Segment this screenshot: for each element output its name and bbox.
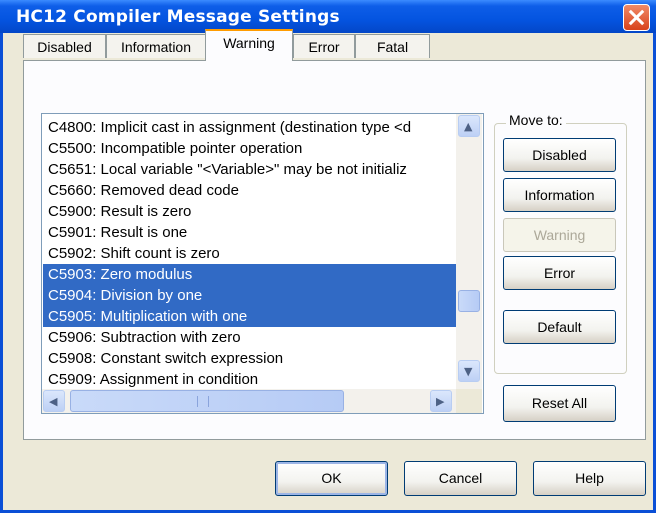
scroll-left-button[interactable]: ◀ xyxy=(43,390,65,412)
list-item-selected[interactable]: C5904: Division by one xyxy=(43,285,460,306)
list-item[interactable]: C5901: Result is one xyxy=(48,222,187,243)
list-item[interactable]: C5500: Incompatible pointer operation xyxy=(48,138,302,159)
tab-information[interactable]: Information xyxy=(106,34,206,58)
move-to-information-button[interactable]: Information xyxy=(503,178,616,212)
title-bar[interactable]: HC12 Compiler Message Settings xyxy=(0,0,656,33)
list-item[interactable]: C5909: Assignment in condition xyxy=(48,369,258,390)
move-to-default-button[interactable]: Default xyxy=(503,310,616,344)
list-item[interactable]: C5906: Subtraction with zero xyxy=(48,327,241,348)
tab-information-label: Information xyxy=(120,39,192,55)
chevron-up-icon: ▲ xyxy=(464,120,473,133)
tab-disabled[interactable]: Disabled xyxy=(23,34,106,58)
horizontal-scroll-thumb[interactable] xyxy=(70,390,344,412)
scroll-down-button[interactable]: ▼ xyxy=(458,360,480,382)
tab-error[interactable]: Error xyxy=(293,34,355,58)
window-title: HC12 Compiler Message Settings xyxy=(16,7,340,27)
horizontal-scrollbar[interactable]: ◀ ▶ xyxy=(42,389,456,413)
help-button[interactable]: Help xyxy=(533,461,646,496)
scroll-up-button[interactable]: ▲ xyxy=(458,115,480,137)
chevron-down-icon: ▼ xyxy=(464,365,473,378)
close-icon[interactable] xyxy=(623,4,650,31)
list-item[interactable]: C5902: Shift count is zero xyxy=(48,243,220,264)
vertical-scroll-thumb[interactable] xyxy=(458,290,480,312)
list-item[interactable]: C4800: Implicit cast in assignment (dest… xyxy=(48,117,411,138)
chevron-right-icon: ▶ xyxy=(436,395,445,408)
move-to-disabled-button[interactable]: Disabled xyxy=(503,138,616,172)
thumb-grip-icon xyxy=(197,396,209,407)
scrollbar-corner xyxy=(456,389,482,413)
tab-error-label: Error xyxy=(308,39,340,55)
ok-button[interactable]: OK xyxy=(275,461,388,496)
scroll-right-button[interactable]: ▶ xyxy=(430,390,452,412)
tab-warning[interactable]: Warning xyxy=(205,29,293,61)
message-list[interactable]: C4800: Implicit cast in assignment (dest… xyxy=(41,113,484,414)
list-item-selected[interactable]: C5903: Zero modulus xyxy=(43,264,460,285)
list-item[interactable]: C5660: Removed dead code xyxy=(48,180,239,201)
list-item-selected[interactable]: C5905: Multiplication with one xyxy=(43,306,460,327)
reset-all-button[interactable]: Reset All xyxy=(503,385,616,422)
list-item[interactable]: C5908: Constant switch expression xyxy=(48,348,283,369)
vertical-scrollbar[interactable]: ▲ ▼ xyxy=(456,114,482,395)
list-item[interactable]: C5900: Result is zero xyxy=(48,201,191,222)
cancel-button[interactable]: Cancel xyxy=(404,461,517,496)
tab-fatal-label: Fatal xyxy=(376,39,409,55)
tab-fatal[interactable]: Fatal xyxy=(355,34,430,58)
chevron-left-icon: ◀ xyxy=(49,395,58,408)
tab-disabled-label: Disabled xyxy=(37,39,92,55)
move-to-error-button[interactable]: Error xyxy=(503,256,616,290)
list-item[interactable]: C5651: Local variable "<Variable>" may b… xyxy=(48,159,407,180)
tab-warning-label: Warning xyxy=(223,35,275,51)
move-to-label: Move to: xyxy=(506,112,566,128)
move-to-warning-button: Warning xyxy=(503,218,616,252)
